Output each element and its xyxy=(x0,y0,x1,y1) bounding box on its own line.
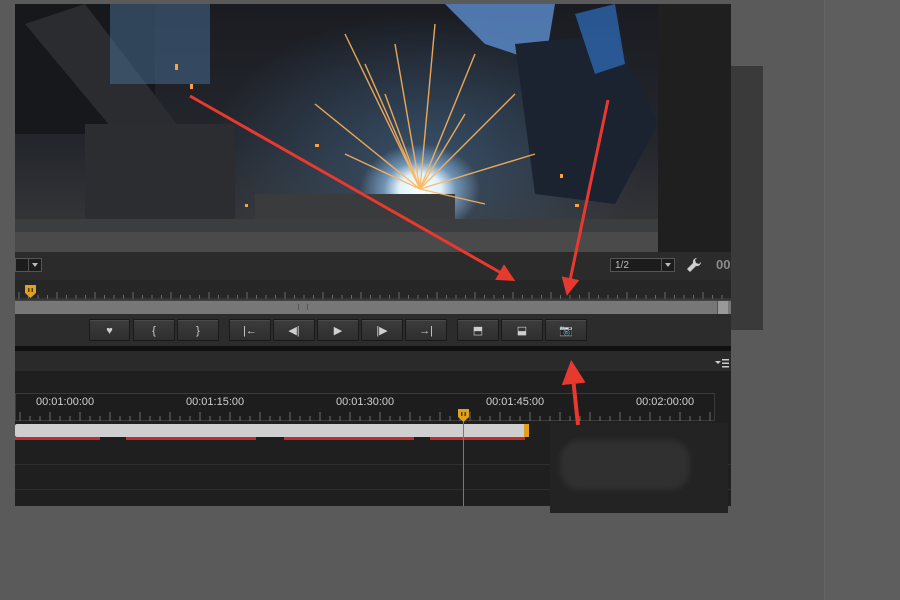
timeline-playhead-icon[interactable] xyxy=(458,409,469,422)
mark-in-button[interactable]: { xyxy=(133,319,175,341)
render-bar-segment xyxy=(430,437,525,440)
welding-scene xyxy=(15,4,658,252)
render-bar-segment xyxy=(15,437,100,440)
play-button[interactable]: ▶ xyxy=(317,319,359,341)
insert-icon: ⬒ xyxy=(472,325,484,337)
timecode-label: 00:01:15:00 xyxy=(186,396,245,408)
step-back-button[interactable]: ◀| xyxy=(273,319,315,341)
timeline-playhead-line xyxy=(463,420,464,506)
overwrite-icon: ⬓ xyxy=(516,325,528,337)
chevron-down-icon xyxy=(28,259,41,271)
resolution-value: 1/2 xyxy=(615,260,629,271)
program-monitor-video xyxy=(15,4,658,252)
go-to-in-icon: |← xyxy=(243,325,257,337)
mark-out-icon: } xyxy=(196,325,200,337)
outer-background-right xyxy=(824,0,900,600)
timecode-label: 00:01:45:00 xyxy=(486,396,545,408)
monitor-time-ruler[interactable] xyxy=(15,280,731,300)
work-area-end-handle[interactable] xyxy=(524,424,529,437)
watermark-logo xyxy=(560,440,690,490)
left-dropdown[interactable] xyxy=(15,258,42,272)
step-back-icon: ◀| xyxy=(288,325,300,337)
scroll-end-handle[interactable] xyxy=(717,301,728,314)
wrench-icon[interactable] xyxy=(686,257,702,273)
render-bar-segment xyxy=(284,437,414,440)
export-frame-button[interactable]: 📷 xyxy=(545,319,587,341)
timeline-header xyxy=(15,351,731,372)
resolution-dropdown[interactable]: 1/2 xyxy=(610,258,675,272)
step-forward-icon: |▶ xyxy=(376,325,388,337)
monitor-empty-area xyxy=(658,4,731,252)
add-marker-button[interactable]: ♥ xyxy=(89,319,130,341)
panel-menu-icon[interactable] xyxy=(715,355,729,368)
play-icon: ▶ xyxy=(333,325,343,337)
go-to-out-button[interactable]: →| xyxy=(405,319,447,341)
insert-button[interactable]: ⬒ xyxy=(457,319,499,341)
go-to-in-button[interactable]: |← xyxy=(229,319,271,341)
ruler-ticks xyxy=(15,292,731,300)
work-area-bar[interactable] xyxy=(15,424,527,437)
timecode-label: 00:01:00:00 xyxy=(36,396,95,408)
monitor-zoom-scrollbar[interactable] xyxy=(15,300,731,315)
mark-out-button[interactable]: } xyxy=(177,319,219,341)
scroll-grip-icon xyxy=(298,304,308,310)
mark-in-icon: { xyxy=(152,325,156,337)
playhead-timecode: 00 xyxy=(716,257,731,272)
go-to-out-icon: →| xyxy=(419,325,433,337)
render-bar-segment xyxy=(126,437,256,440)
camera-icon: 📷 xyxy=(559,325,573,337)
overwrite-button[interactable]: ⬓ xyxy=(501,319,543,341)
timecode-label: 00:02:00:00 xyxy=(636,396,695,408)
timecode-label: 00:01:30:00 xyxy=(336,396,395,408)
background-panel xyxy=(731,66,763,330)
marker-icon: ♥ xyxy=(106,325,113,337)
step-forward-button[interactable]: |▶ xyxy=(361,319,403,341)
monitor-playhead-icon[interactable] xyxy=(25,285,36,298)
chevron-down-icon xyxy=(661,259,674,271)
